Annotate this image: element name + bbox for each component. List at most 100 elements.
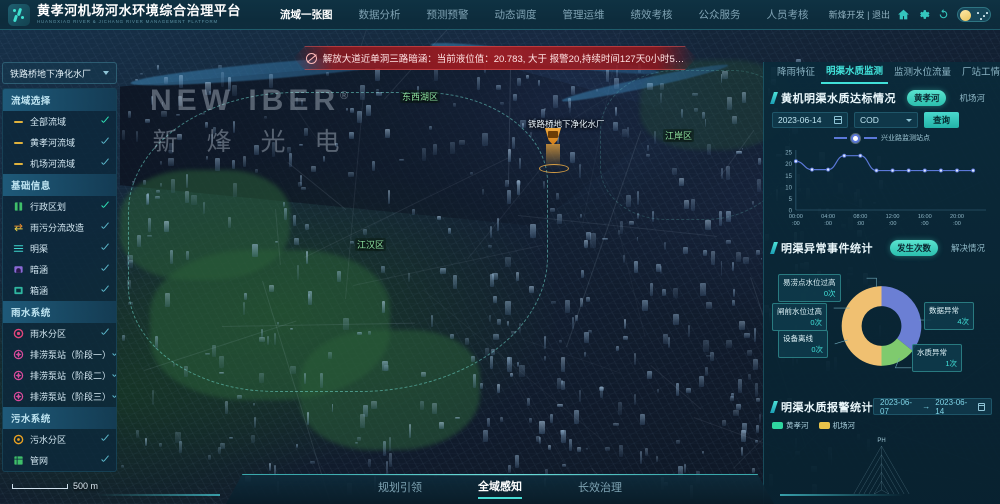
radar-legend-item-0[interactable]: 黄孝河: [772, 420, 809, 431]
bottom-bar-item-1[interactable]: 全域感知: [478, 478, 522, 499]
user-label[interactable]: 新烽开发 | 退出: [829, 8, 890, 21]
check-icon[interactable]: [100, 117, 109, 126]
home-icon[interactable]: [897, 8, 910, 21]
check-icon[interactable]: [100, 265, 109, 274]
calendar-icon: [834, 116, 842, 124]
header-actions: 新烽开发 | 退出: [829, 7, 1000, 22]
nav-item-6[interactable]: 公众服务: [686, 0, 754, 30]
check-icon[interactable]: [100, 244, 109, 253]
donut-callout-2[interactable]: 设备离线 0次: [778, 330, 828, 358]
layer-item-1-3[interactable]: 暗涵: [3, 259, 116, 280]
nav-item-7[interactable]: 人员考核: [754, 0, 822, 30]
donut-callout-1[interactable]: 闸前水位过高 0次: [772, 303, 827, 331]
donut-callout-4[interactable]: 水质异常 1次: [912, 344, 962, 372]
line-chart-legend: 兴业路监测站点: [772, 133, 992, 143]
check-icon[interactable]: [100, 159, 109, 168]
check-icon[interactable]: [100, 223, 109, 232]
svg-text:PH: PH: [877, 438, 885, 444]
nav-item-3[interactable]: 动态调度: [482, 0, 550, 30]
events-title: 明渠异常事件统计: [781, 243, 873, 255]
panel-tab-3[interactable]: 厂站工情: [957, 63, 1000, 83]
layer-list: 流域选择 全部流域 黄孝河流域 机场河流域 基础信息 行政区划 雨污分流改造 明渠 暗涵 箱涵 雨水…: [2, 88, 117, 472]
layer-item-1-1[interactable]: 雨污分流改造: [3, 217, 116, 238]
legend-line-icon: [864, 137, 877, 139]
diversion-icon: [13, 222, 24, 233]
donut-callout-label: 易涝点水位过高: [783, 278, 836, 287]
check-icon[interactable]: [111, 392, 116, 401]
query-button[interactable]: 查询: [924, 112, 960, 128]
date-input[interactable]: 2023-06-14: [772, 112, 848, 128]
check-icon[interactable]: [100, 456, 109, 465]
layer-item-0-2[interactable]: 机场河流域: [3, 153, 116, 174]
pump-station-icon: [13, 349, 24, 360]
layer-item-1-4[interactable]: 箱涵: [3, 280, 116, 301]
layer-item-0-1[interactable]: 黄孝河流域: [3, 132, 116, 153]
donut-callout-3[interactable]: 数据异常 4次: [924, 302, 974, 330]
layer-item-2-1[interactable]: 排涝泵站（阶段一）: [3, 344, 116, 365]
donut-callout-label: 水质异常: [917, 348, 947, 357]
layer-item-1-2[interactable]: 明渠: [3, 238, 116, 259]
nav-item-1[interactable]: 数据分析: [346, 0, 414, 30]
check-icon[interactable]: [100, 138, 109, 147]
gear-icon[interactable]: [917, 8, 930, 21]
river-tab-0[interactable]: 黄孝河: [906, 90, 947, 106]
bottom-bar: 规划引领 全域感知 长效治理: [0, 472, 1000, 504]
layer-item-3-0[interactable]: 污水分区: [3, 429, 116, 450]
water-quality-line-chart[interactable]: 0 5 10 15 20 25 00:00:00 04:00:00 08:00:00 12:00:…: [772, 144, 992, 234]
water-quality-controls: 2023-06-14 COD 查询: [772, 112, 992, 128]
date-range-picker[interactable]: 2023-06-07 → 2023-06-14: [873, 398, 992, 416]
title-accent-icon: [770, 400, 778, 413]
water-quality-header: 黄机明渠水质达标情况 黄孝河 机场河: [770, 90, 992, 106]
check-icon[interactable]: [100, 435, 109, 444]
svg-text:04:00: 04:00: [821, 214, 835, 220]
panel-tab-2[interactable]: 监测水位流量: [889, 63, 956, 83]
check-icon[interactable]: [100, 329, 109, 338]
donut-callout-value: 1次: [945, 359, 957, 368]
sewage-zone-icon: [13, 434, 24, 445]
check-icon[interactable]: [111, 371, 116, 380]
layer-item-2-2[interactable]: 排涝泵站（阶段二）: [3, 365, 116, 386]
svg-text:12:00: 12:00: [886, 214, 900, 220]
radar-legend-item-1[interactable]: 机场河: [818, 420, 855, 431]
bottom-bar-item-0[interactable]: 规划引领: [378, 479, 422, 498]
layer-item-2-0[interactable]: 雨水分区: [3, 323, 116, 344]
layer-item-0-0[interactable]: 全部流域: [3, 111, 116, 132]
events-donut-chart[interactable]: 易涝点水位过高 0次 闸前水位过高 0次 设备离线 0次 数据异常 4次水质异常 1次: [772, 260, 992, 392]
culvert-icon: [13, 264, 24, 275]
nav-item-2[interactable]: 预测预警: [414, 0, 482, 30]
facility-selector[interactable]: 铁路桥地下净化水厂: [2, 62, 117, 84]
nav-item-4[interactable]: 管理运维: [550, 0, 618, 30]
event-tab-0[interactable]: 发生次数: [889, 240, 938, 256]
title-accent-icon: [770, 242, 778, 254]
check-icon[interactable]: [111, 350, 116, 359]
event-tab-1[interactable]: 解决情况: [944, 240, 992, 256]
alert-ticker[interactable]: 解放大道近单洞三路暗涵：当前液位值：20.783, 大于 报警20,持续时间12…: [293, 46, 697, 70]
svg-text::00: :00: [889, 221, 897, 227]
river-tab-1[interactable]: 机场河: [952, 90, 992, 106]
layer-item-3-1[interactable]: 管网: [3, 450, 116, 471]
refresh-icon[interactable]: [937, 8, 950, 21]
daynight-toggle[interactable]: [957, 7, 991, 22]
check-icon[interactable]: [100, 286, 109, 295]
bottom-bar-item-2[interactable]: 长效治理: [578, 479, 622, 498]
panel-tab-0[interactable]: 降雨特征: [772, 63, 820, 83]
check-icon[interactable]: [100, 202, 109, 211]
nav-item-5[interactable]: 绩效考核: [618, 0, 686, 30]
svg-text:08:00: 08:00: [853, 214, 867, 220]
layer-sidebar: 铁路桥地下净化水厂 流域选择 全部流域 黄孝河流域 机场河流域 基础信息 行政区划 雨污分流…: [0, 62, 119, 472]
donut-callout-label: 设备离线: [783, 334, 813, 343]
layer-item-label: 排涝泵站（阶段一）: [30, 350, 112, 360]
indicator-select-value: COD: [860, 115, 879, 125]
indicator-select[interactable]: COD: [854, 112, 918, 128]
layer-item-2-3[interactable]: 排涝泵站（阶段三）: [3, 386, 116, 407]
radar-legend: 黄孝河 机场河: [772, 420, 992, 431]
donut-callout-0[interactable]: 易涝点水位过高 0次: [778, 274, 841, 302]
plant-marker-icon[interactable]: [539, 128, 569, 173]
donut-callout-label: 数据异常: [929, 306, 959, 315]
app-header: 黄孝河机场河水环境综合治理平台 HUANGXIAO RIVER & JICHAN…: [0, 0, 1000, 30]
layer-item-1-0[interactable]: 行政区划: [3, 196, 116, 217]
map-label-district: 江汉区: [355, 238, 387, 251]
svg-text:10: 10: [785, 185, 792, 191]
nav-item-0[interactable]: 流域一张图: [267, 0, 346, 30]
panel-tab-1[interactable]: 明渠水质监测: [821, 62, 889, 84]
